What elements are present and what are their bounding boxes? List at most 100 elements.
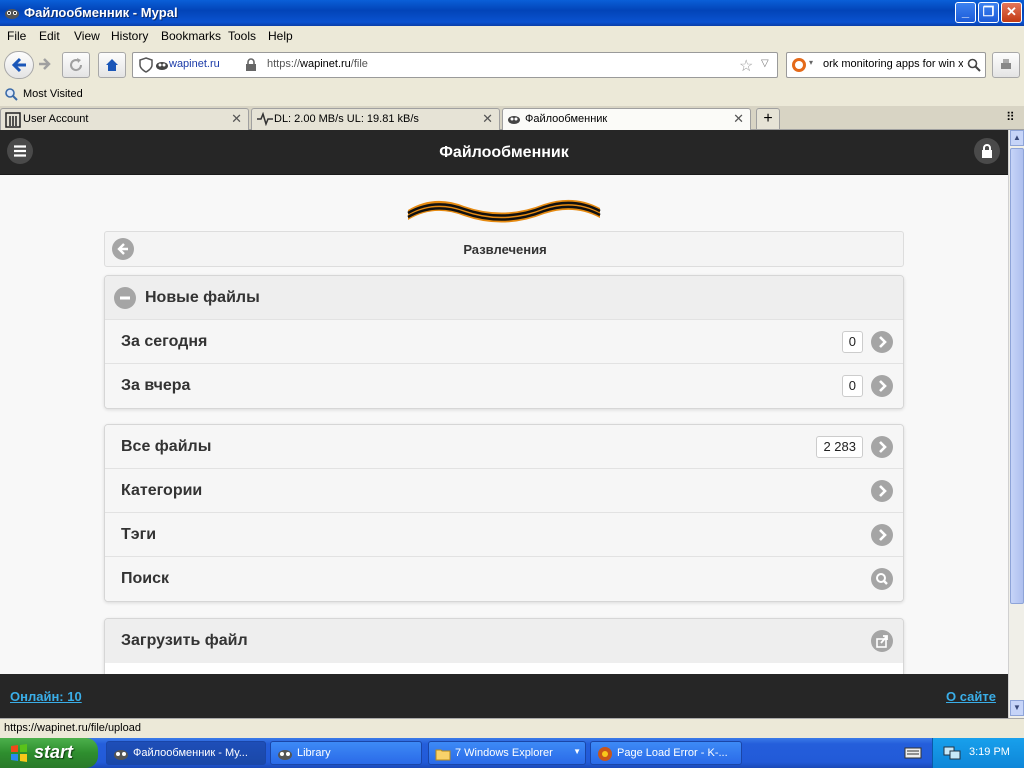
share-upload-icon <box>871 630 893 652</box>
taskbar-item-label: 7 Windows Explorer <box>455 747 553 759</box>
search-engine-icon[interactable] <box>791 57 807 73</box>
chevron-right-icon <box>871 480 893 502</box>
upload-file-button[interactable]: Загрузить файл <box>105 619 903 663</box>
new-tab-button[interactable]: + <box>756 108 780 130</box>
tab-label: DL: 2.00 MB/s UL: 19.81 kB/s <box>274 113 419 125</box>
forward-button[interactable] <box>34 52 56 78</box>
most-visited-icon <box>5 88 18 101</box>
taskbar-item-explorer-group[interactable]: 7 Windows Explorer ▼ <box>428 741 586 765</box>
reload-icon <box>70 58 83 72</box>
scroll-up-arrow-icon[interactable]: ▲ <box>1010 130 1024 146</box>
taskbar-item-mypal[interactable]: Файлообменник - Му... <box>106 741 266 765</box>
shield-icon <box>139 57 153 73</box>
menu-edit[interactable]: Edit <box>39 29 60 43</box>
site-title: Файлообменник <box>439 144 569 161</box>
vertical-scrollbar[interactable]: ▲ ▼ <box>1008 130 1024 718</box>
most-visited-link[interactable]: Most Visited <box>23 88 83 100</box>
start-button[interactable]: start <box>0 738 98 768</box>
list-item-categories[interactable]: Категории <box>105 469 903 513</box>
status-bar: https://wapinet.ru/file/upload <box>0 718 1024 738</box>
close-window-button[interactable]: ✕ <box>1001 2 1022 23</box>
chevron-right-icon <box>871 524 893 546</box>
menu-tools[interactable]: Tools <box>228 29 256 43</box>
count-badge: 0 <box>841 331 863 353</box>
search-input[interactable]: ork monitoring apps for win x <box>823 58 963 70</box>
bookmarks-toolbar: Most Visited <box>0 84 1024 106</box>
reload-button[interactable] <box>62 52 90 78</box>
site-favicon-icon <box>508 116 520 124</box>
tab-file-exchange[interactable]: Файлообменник ✕ <box>502 108 751 131</box>
address-bar[interactable]: wapinet.ru https://wapinet.ru/file ☆ ▽ <box>132 52 778 78</box>
row-label: Тэги <box>121 526 157 543</box>
tab-user-account[interactable]: User Account ✕ <box>0 108 249 130</box>
list-item-search[interactable]: Поиск <box>105 557 903 601</box>
online-users-link[interactable]: Онлайн: 10 <box>10 689 82 704</box>
columns-icon <box>5 112 21 128</box>
taskbar-item-page-load-error[interactable]: Page Load Error - K-... <box>590 741 742 765</box>
tab-close-icon[interactable]: ✕ <box>231 111 242 127</box>
addon-toolbar-button[interactable] <box>992 52 1020 78</box>
search-box[interactable]: ▾ ork monitoring apps for win x <box>786 52 986 78</box>
addon-icon <box>1001 59 1011 69</box>
taskbar-item-label: Файлообменник - Му... <box>133 747 248 759</box>
upload-label: Загрузить файл <box>121 632 248 649</box>
tab-close-icon[interactable]: ✕ <box>733 111 744 127</box>
new-files-card: Новые файлы За сегодня 0 За вчера 0 <box>104 275 904 409</box>
menu-help[interactable]: Help <box>268 29 293 43</box>
tab-label: User Account <box>23 113 89 125</box>
breadcrumb-label: Развлечения <box>463 242 547 257</box>
taskbar-item-library[interactable]: Library <box>270 741 422 765</box>
minimize-button[interactable]: _ <box>955 2 976 23</box>
menu-bar: File Edit View History Bookmarks Tools H… <box>0 26 1024 46</box>
mypal-app-icon <box>114 750 128 760</box>
search-icon[interactable] <box>967 58 981 72</box>
menu-history[interactable]: History <box>111 29 148 43</box>
home-icon <box>106 59 118 71</box>
maximize-button[interactable]: ❐ <box>978 2 999 23</box>
tab-label: Файлообменник <box>525 113 608 125</box>
menu-bookmarks[interactable]: Bookmarks <box>161 29 221 43</box>
url-dropdown-icon[interactable]: ▽ <box>761 58 769 69</box>
site-footer: Онлайн: 10 О сайте <box>0 674 1008 718</box>
list-item-all-files[interactable]: Все файлы 2 283 <box>105 425 903 469</box>
list-item-today[interactable]: За сегодня 0 <box>105 320 903 364</box>
chevron-right-icon <box>871 331 893 353</box>
new-files-header[interactable]: Новые файлы <box>105 276 903 320</box>
scrollbar-thumb[interactable] <box>1010 148 1024 604</box>
st-george-ribbon-logo <box>407 199 601 223</box>
system-tray: 3:19 PM <box>932 738 1024 768</box>
library-app-icon <box>278 750 292 760</box>
network-icon[interactable] <box>943 745 961 761</box>
windows-logo-icon <box>11 744 27 762</box>
lock-icon <box>246 58 256 71</box>
navigation-toolbar: wapinet.ru https://wapinet.ru/file ☆ ▽ ▾… <box>0 46 1024 84</box>
login-button[interactable] <box>974 138 1000 164</box>
site-favicon-icon <box>156 62 168 70</box>
search-engine-dropdown-icon[interactable]: ▾ <box>809 58 813 67</box>
back-button[interactable] <box>4 51 34 79</box>
menu-view[interactable]: View <box>74 29 100 43</box>
taskbar-item-label: Page Load Error - K-... <box>617 747 728 759</box>
bookmark-star-icon[interactable]: ☆ <box>739 56 753 76</box>
tab-close-icon[interactable]: ✕ <box>482 111 493 127</box>
new-files-heading: Новые файлы <box>145 289 260 306</box>
tab-bar: User Account ✕ DL: 2.00 MB/s UL: 19.81 k… <box>0 106 1024 131</box>
activity-graph-icon <box>257 112 273 126</box>
url-text: https://wapinet.ru/file <box>267 58 368 70</box>
url-prefix: https:// <box>267 58 301 70</box>
home-button[interactable] <box>98 52 126 78</box>
tab-transfer-status[interactable]: DL: 2.00 MB/s UL: 19.81 kB/s ✕ <box>251 108 500 130</box>
list-item-tags[interactable]: Тэги <box>105 513 903 557</box>
main-nav-card: Все файлы 2 283 Категории Тэги Поиск <box>104 424 904 602</box>
forward-arrow-icon <box>39 58 51 70</box>
url-host: wapinet.ru <box>300 58 351 70</box>
menu-file[interactable]: File <box>7 29 26 43</box>
list-item-yesterday[interactable]: За вчера 0 <box>105 364 903 408</box>
count-badge: 0 <box>841 375 863 397</box>
scroll-down-arrow-icon[interactable]: ▼ <box>1010 700 1024 716</box>
about-site-link[interactable]: О сайте <box>946 689 996 704</box>
list-all-tabs-icon[interactable]: ⠿ <box>1006 110 1015 124</box>
row-label: Поиск <box>121 570 170 587</box>
row-label: За сегодня <box>121 333 208 350</box>
keyboard-icon[interactable] <box>904 746 922 760</box>
